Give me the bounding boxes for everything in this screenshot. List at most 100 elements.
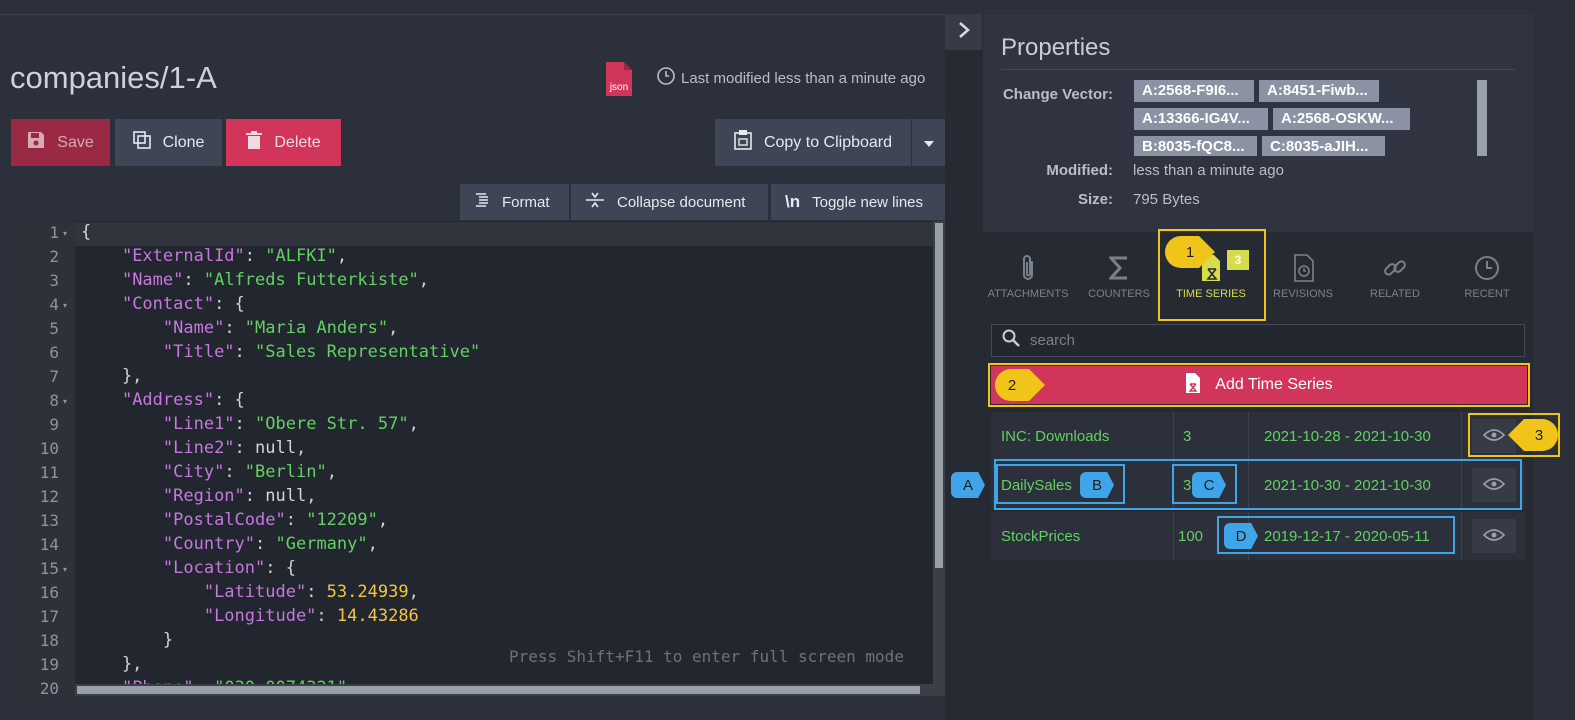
caret-down-icon <box>923 134 934 152</box>
json-punctuation: , <box>377 510 389 530</box>
json-punctuation <box>81 342 163 362</box>
copy-to-clipboard-button[interactable]: Copy to Clipboard <box>715 119 911 166</box>
format-button[interactable]: Format <box>460 184 569 220</box>
code-line: "Line2": null, <box>81 438 306 458</box>
json-punctuation: , <box>388 318 399 338</box>
tab-attachments[interactable]: ATTACHMENTS <box>983 248 1073 300</box>
search-icon <box>1002 329 1020 352</box>
time-series-name[interactable]: INC: Downloads <box>1001 412 1109 460</box>
json-punctuation <box>81 438 163 458</box>
json-punctuation: } <box>81 630 174 650</box>
json-key: "Name" <box>162 318 225 338</box>
editor-vertical-scroll-thumb[interactable] <box>935 223 943 568</box>
json-punctuation: , <box>336 246 348 266</box>
change-vector-scrollbar[interactable] <box>1477 80 1487 156</box>
line-number: 9 <box>49 415 59 434</box>
line-number: 15 <box>39 559 59 578</box>
annotation-box-2 <box>988 363 1530 407</box>
svg-text:json: json <box>609 82 628 93</box>
code-line: } <box>81 630 173 650</box>
collapse-document-button[interactable]: Collapse document <box>571 184 768 220</box>
time-series-row[interactable]: INC: Downloads 3 2021-10-28 - 2021-10-30 <box>991 412 1525 460</box>
change-vector-tag: A:2568-F9I6... <box>1134 80 1254 102</box>
time-series-search[interactable] <box>991 324 1525 357</box>
column-divider <box>1173 412 1174 460</box>
sigma-icon <box>1074 248 1164 288</box>
json-punctuation: , <box>326 462 337 482</box>
revisions-icon <box>1258 248 1348 288</box>
time-series-name[interactable]: StockPrices <box>1001 512 1080 560</box>
line-number: 4 <box>49 295 59 314</box>
code-line: "ExternalId": "ALFKI", <box>81 246 347 266</box>
top-divider <box>0 14 945 15</box>
change-vector-tag: A:13366-IG4V... <box>1134 108 1268 130</box>
active-line-highlight <box>75 222 933 246</box>
tab-revisions[interactable]: REVISIONS <box>1258 248 1348 300</box>
newline-icon: \n <box>785 192 801 211</box>
toggle-new-lines-button[interactable]: \n Toggle new lines <box>771 184 945 220</box>
change-vector-tag: A:2568-OSKW... <box>1273 108 1410 130</box>
time-series-count: 3 <box>1183 427 1192 445</box>
time-series-count: 100 <box>1178 527 1204 545</box>
editor-horizontal-scroll-thumb[interactable] <box>77 686 920 694</box>
json-punctuation <box>81 486 163 506</box>
code-line: }, <box>81 366 142 386</box>
json-punctuation: : <box>234 414 256 434</box>
json-punctuation: : { <box>214 390 245 410</box>
collapse-panel-button[interactable] <box>945 14 982 50</box>
fold-toggle-icon[interactable]: ▾ <box>63 565 67 574</box>
json-key: "Region" <box>162 486 245 506</box>
code-line: "PostalCode": "12209", <box>81 510 388 530</box>
json-file-icon: json <box>604 62 632 96</box>
clone-button[interactable]: Clone <box>115 119 222 166</box>
json-key: "City" <box>162 462 225 482</box>
fold-toggle-icon[interactable]: ▾ <box>63 397 67 406</box>
fullscreen-hint: Press Shift+F11 to enter full screen mod… <box>509 647 904 666</box>
json-punctuation: : <box>316 606 337 626</box>
code-line: "Address": { <box>81 390 245 410</box>
save-button[interactable]: Save <box>11 119 110 166</box>
modified-value: less than a minute ago <box>1133 162 1284 179</box>
properties-title: Properties <box>1001 34 1111 61</box>
fold-toggle-icon[interactable]: ▾ <box>63 229 67 238</box>
json-key: "Country" <box>162 534 256 554</box>
tab-recent[interactable]: RECENT <box>1442 248 1532 300</box>
size-label: Size: <box>1077 191 1113 208</box>
json-punctuation <box>81 390 122 410</box>
json-number: 14.43286 <box>336 606 419 626</box>
json-punctuation: }, <box>81 366 143 386</box>
copy-options-dropdown[interactable] <box>912 119 945 166</box>
view-time-series-button[interactable] <box>1472 519 1516 553</box>
line-number: 19 <box>39 655 59 674</box>
fold-toggle-icon[interactable]: ▾ <box>63 301 67 310</box>
json-string: "Obere Str. 57" <box>255 414 409 434</box>
line-number: 20 <box>39 679 59 696</box>
json-string: "Alfreds Futterkiste" <box>203 270 419 290</box>
change-vector-tag: B:8035-fQC8... <box>1134 136 1257 156</box>
tab-related[interactable]: RELATED <box>1350 248 1440 300</box>
json-key: "Address" <box>121 390 215 410</box>
json-key: "Title" <box>162 342 235 362</box>
json-punctuation: , <box>408 414 419 434</box>
json-punctuation <box>81 294 122 314</box>
tab-counters[interactable]: COUNTERS <box>1074 248 1164 300</box>
last-modified-text: Last modified less than a minute ago <box>681 69 926 87</box>
code-line: "Contact": { <box>81 294 245 314</box>
callout-d: D <box>1224 523 1258 549</box>
json-punctuation <box>81 582 204 602</box>
search-input[interactable] <box>1030 332 1510 349</box>
line-number: 17 <box>39 607 59 626</box>
json-editor[interactable]: 1 ▾ 2 3 4 ▾ 5 6 7 8 ▾ 9 10 11 12 13 14 15 ▾ 16 17 18 19 20 { "E… <box>11 221 945 696</box>
delete-button[interactable]: Delete <box>226 119 341 166</box>
eye-icon <box>1482 528 1506 545</box>
line-number: 11 <box>39 463 59 482</box>
clipboard-icon <box>734 130 752 155</box>
json-punctuation: : <box>306 582 327 602</box>
callout-a: A <box>951 472 985 498</box>
json-string: "Berlin" <box>244 462 327 482</box>
json-punctuation <box>81 606 204 626</box>
json-string: "Maria Anders" <box>244 318 389 338</box>
json-punctuation: : { <box>265 558 296 578</box>
code-line: "Latitude": 53.24939, <box>81 582 419 602</box>
format-icon <box>474 192 490 212</box>
